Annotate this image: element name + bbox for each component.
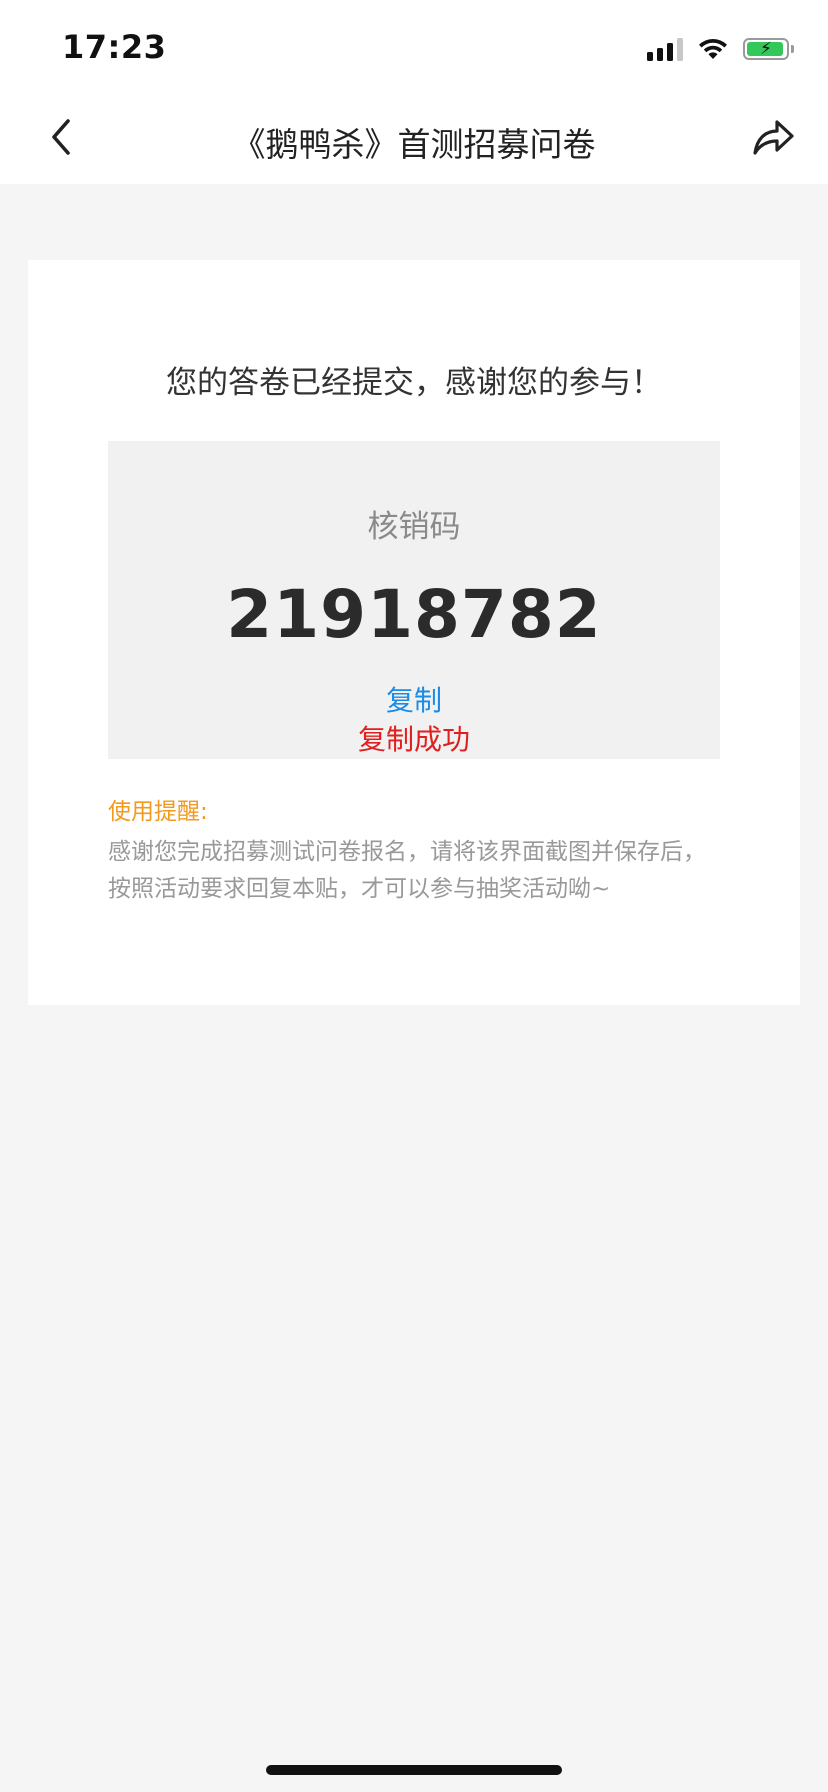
wifi-icon [699, 39, 727, 59]
thanks-message: 您的答卷已经提交，感谢您的参与！ [166, 365, 662, 401]
battery-cap [791, 45, 794, 53]
share-button[interactable] [748, 112, 798, 162]
code-label: 核销码 [367, 509, 461, 545]
page-title: 《鹅鸭杀》首测招募问卷 [232, 125, 596, 164]
reminder-text: 感谢您完成招募测试问卷报名，请将该界面截图并保存后，按照活动要求回复本贴，才可以… [108, 839, 706, 902]
home-indicator [266, 1765, 562, 1775]
back-button[interactable] [36, 112, 86, 162]
result-card: 您的答卷已经提交，感谢您的参与！ 核销码 21918782 复制 复制成功 使用… [28, 260, 800, 1005]
chevron-left-icon [52, 119, 70, 155]
status-bar: 17:23 ⚡ [0, 0, 828, 96]
nav-bar: 《鹅鸭杀》首测招募问卷 [0, 96, 828, 184]
battery-charging-icon: ⚡ [743, 38, 789, 60]
status-time: 17:23 [62, 28, 167, 66]
copy-button[interactable]: 复制 [108, 679, 720, 719]
cellular-signal-icon [647, 37, 683, 61]
status-icons: ⚡ [647, 34, 794, 64]
redemption-code: 21918782 [226, 576, 602, 653]
copy-success-message: 复制成功 [357, 723, 470, 756]
share-arrow-icon [753, 120, 794, 155]
reminder-title: 使用提醒: [108, 799, 208, 825]
redemption-code-box: 核销码 21918782 复制 复制成功 [108, 441, 720, 759]
